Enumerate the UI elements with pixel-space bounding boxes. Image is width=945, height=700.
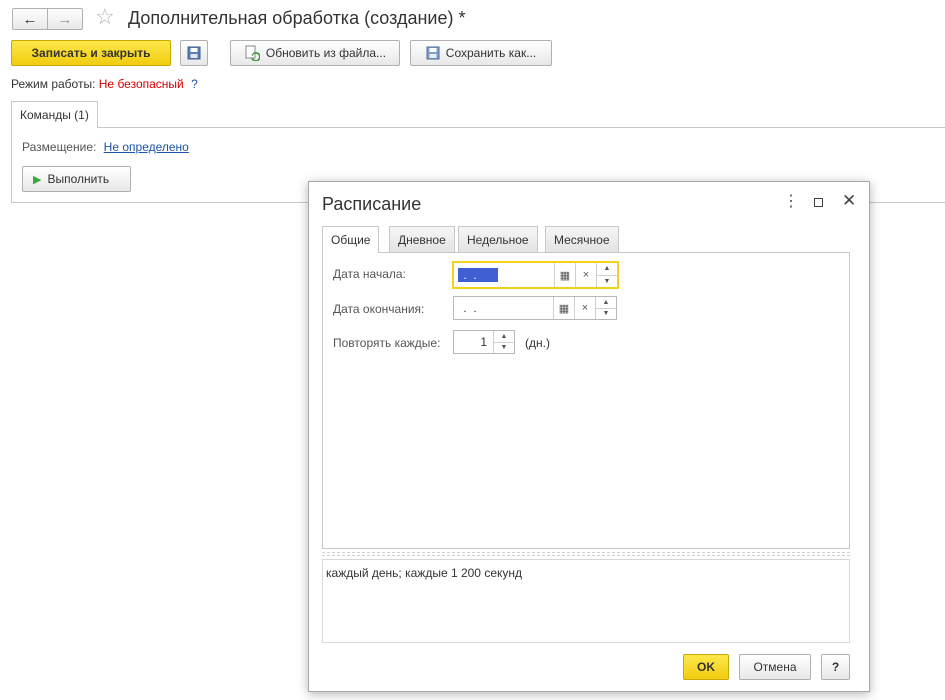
tab-daily[interactable]: Дневное [389, 226, 455, 252]
floppy-disk-icon [187, 46, 201, 60]
floppy-disk-icon [426, 46, 440, 60]
dialog-title: Расписание [322, 194, 422, 214]
back-button[interactable]: ← [12, 8, 48, 30]
file-refresh-icon [245, 45, 260, 61]
forward-button[interactable]: → [47, 8, 83, 30]
placement-row: Размещение: Не определено [22, 140, 189, 154]
save-as-button[interactable]: Сохранить как... [410, 40, 552, 66]
start-date-label: Дата начала: [333, 267, 406, 281]
placement-link[interactable]: Не определено [104, 140, 189, 154]
repeat-value: 1 [480, 335, 487, 349]
mode-help-link[interactable]: ? [191, 77, 198, 91]
save-as-label: Сохранить как... [445, 46, 537, 60]
end-date-value: . . [460, 301, 481, 315]
start-date-value: . . [458, 268, 498, 282]
clear-icon[interactable]: × [574, 297, 595, 319]
tab-commands[interactable]: Команды (1) [11, 101, 98, 128]
maximize-icon[interactable] [814, 198, 823, 207]
calendar-icon[interactable]: ▦ [553, 297, 574, 319]
mode-label: Режим работы: [11, 77, 96, 91]
end-date-field[interactable]: . . ▦ × ▲ ▼ [453, 296, 617, 320]
start-date-stepper[interactable]: ▲ ▼ [596, 263, 617, 287]
repeat-label: Повторять каждые: [333, 336, 441, 350]
ok-button[interactable]: OK [683, 654, 729, 680]
update-from-file-label: Обновить из файла... [265, 46, 387, 60]
save-and-close-button[interactable]: Записать и закрыть [11, 40, 171, 66]
start-date-field[interactable]: . . ▦ × ▲ ▼ [452, 261, 619, 289]
favorite-star-icon[interactable]: ☆ [95, 6, 115, 28]
splitter[interactable] [322, 552, 850, 556]
execute-label: Выполнить [47, 172, 110, 186]
save-button[interactable] [180, 40, 208, 66]
tab-monthly[interactable]: Месячное [545, 226, 619, 252]
clear-icon[interactable]: × [575, 263, 596, 287]
calendar-icon[interactable]: ▦ [554, 263, 575, 287]
end-date-label: Дата окончания: [333, 302, 425, 316]
schedule-summary-text: каждый день; каждые 1 200 секунд [326, 566, 523, 580]
placement-label: Размещение: [22, 140, 97, 154]
cancel-button[interactable]: Отмена [739, 654, 811, 680]
end-date-stepper[interactable]: ▲ ▼ [595, 297, 616, 319]
arrow-right-icon: → [57, 10, 73, 28]
update-from-file-button[interactable]: Обновить из файла... [230, 40, 400, 66]
schedule-summary-box: каждый день; каждые 1 200 секунд [322, 559, 850, 643]
close-icon[interactable]: ✕ [842, 192, 856, 209]
mode-row: Режим работы: Не безопасный ? [11, 77, 198, 91]
play-icon: ▶ [33, 173, 42, 186]
tab-general[interactable]: Общие [322, 226, 380, 253]
arrow-left-icon: ← [22, 10, 38, 28]
help-button[interactable]: ? [821, 654, 850, 680]
page-title: Дополнительная обработка (создание) * [128, 8, 466, 28]
schedule-dialog: Расписание ⋮ ✕ Общие Дневное Недельное М… [308, 181, 870, 692]
tab-weekly[interactable]: Недельное [458, 226, 538, 252]
more-options-icon[interactable]: ⋮ [783, 194, 799, 210]
mode-value[interactable]: Не безопасный [99, 77, 184, 91]
repeat-unit: (дн.) [525, 336, 550, 350]
repeat-interval-field[interactable]: 1 ▲ ▼ [453, 330, 515, 354]
execute-button[interactable]: ▶ Выполнить [22, 166, 131, 192]
repeat-stepper[interactable]: ▲ ▼ [493, 331, 514, 353]
